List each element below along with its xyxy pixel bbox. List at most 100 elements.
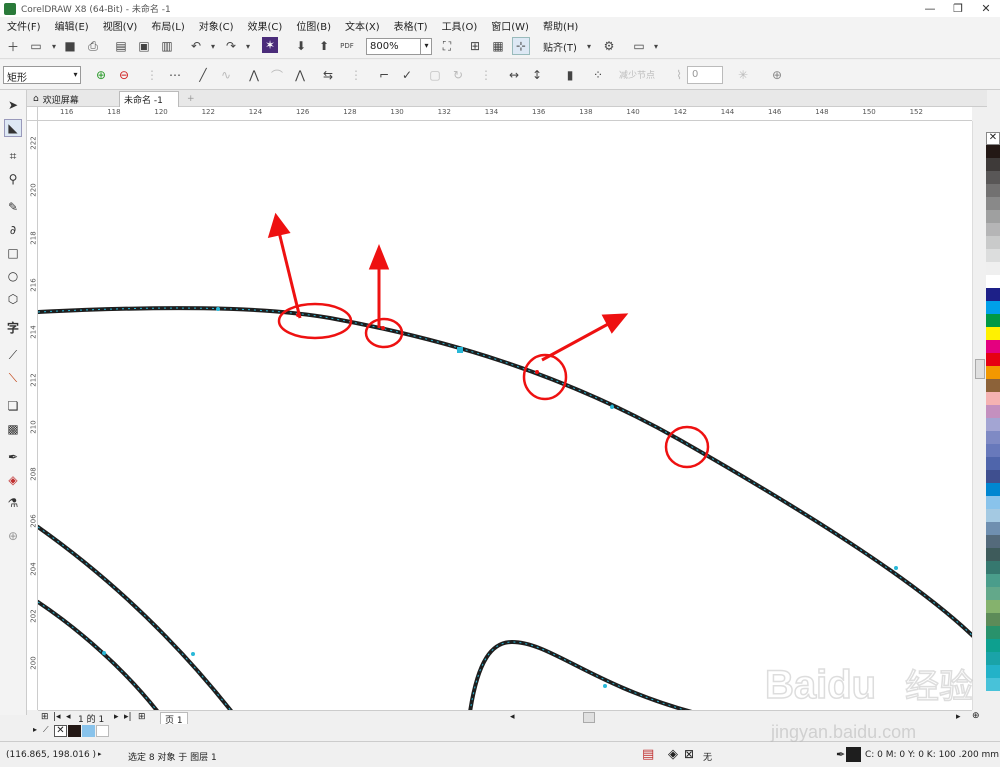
status-expand-icon[interactable]: ▸	[98, 750, 102, 758]
smart-fill-icon[interactable]: ⚗	[4, 494, 22, 512]
add-tool-icon[interactable]: ⊕	[4, 527, 22, 545]
add-page-after-icon[interactable]: ⊞	[138, 712, 146, 722]
menu-effects[interactable]: 效果(C)	[241, 18, 290, 33]
highlighted-node[interactable]	[381, 326, 385, 330]
ellipse-icon[interactable]: ○	[4, 267, 22, 285]
quick-customize-icon[interactable]: ⊕	[768, 66, 786, 84]
node[interactable]	[216, 307, 220, 311]
drawing-canvas[interactable]	[38, 121, 972, 710]
curve-bottom[interactable]	[468, 639, 693, 710]
to-curve-icon[interactable]: ∿	[217, 66, 235, 84]
search-content-icon[interactable]: ✶	[262, 37, 278, 53]
new-document-icon[interactable]: ＋	[4, 37, 22, 55]
select-all-nodes-icon[interactable]: ⁘	[589, 66, 607, 84]
node[interactable]	[102, 651, 106, 655]
menu-window[interactable]: 窗口(W)	[484, 18, 536, 33]
palette-swatch[interactable]	[986, 444, 1000, 457]
menu-layout[interactable]: 布局(L)	[144, 18, 191, 33]
no-fill-swatch[interactable]: ✕	[54, 725, 67, 737]
palette-swatch[interactable]	[986, 418, 1000, 431]
palette-swatch[interactable]	[986, 314, 1000, 327]
shape-icon[interactable]: ◣	[4, 119, 22, 137]
print-icon[interactable]: ⎙	[84, 37, 102, 55]
palette-eyedropper-icon[interactable]: ⟋	[43, 725, 49, 735]
palette-swatch[interactable]	[986, 535, 1000, 548]
node[interactable]	[610, 405, 614, 409]
paste-icon[interactable]: ▥	[158, 37, 176, 55]
delete-node-icon[interactable]: ⊖	[115, 66, 133, 84]
full-screen-icon[interactable]: ⛶	[438, 37, 456, 55]
menu-object[interactable]: 对象(C)	[192, 18, 241, 33]
join-nodes-icon[interactable]: ⋮	[143, 66, 161, 84]
palette-swatch[interactable]	[986, 288, 1000, 301]
curve-top[interactable]	[38, 306, 972, 638]
palette-swatch[interactable]	[986, 158, 1000, 171]
menu-table[interactable]: 表格(T)	[387, 18, 435, 33]
black-swatch[interactable]	[68, 725, 81, 737]
cusp-node-icon[interactable]: ⋀	[245, 66, 263, 84]
break-curve-icon[interactable]: ⋯	[166, 66, 184, 84]
zoom-dropdown-icon[interactable]: ▾	[420, 38, 432, 55]
palette-swatch[interactable]	[986, 184, 1000, 197]
palette-swatch[interactable]	[986, 457, 1000, 470]
no-color-swatch[interactable]: ✕	[986, 132, 1000, 145]
palette-swatch[interactable]	[986, 561, 1000, 574]
reverse-direction-icon[interactable]: ⇆	[319, 66, 337, 84]
redo-icon[interactable]: ↷	[222, 37, 240, 55]
white-swatch[interactable]	[96, 725, 109, 737]
palette-swatch[interactable]	[986, 470, 1000, 483]
smooth-node-icon[interactable]: ⌒	[268, 66, 286, 84]
show-guidelines-icon[interactable]: ⊹	[512, 37, 530, 55]
redo-dropdown-icon[interactable]: ▾	[239, 37, 257, 55]
rectangle-icon[interactable]: □	[4, 244, 22, 262]
crop-icon[interactable]: ⌗	[4, 147, 22, 165]
last-page-icon[interactable]: ▸|	[124, 712, 132, 722]
palette-swatch[interactable]	[986, 431, 1000, 444]
artistic-media-icon[interactable]: ∂	[4, 221, 22, 239]
app-launcher-dropdown-icon[interactable]: ▾	[647, 37, 665, 55]
freehand-icon[interactable]: ✎	[4, 198, 22, 216]
cut-icon[interactable]: ▤	[112, 37, 130, 55]
save-icon[interactable]: ■	[61, 37, 79, 55]
palette-swatch[interactable]	[986, 197, 1000, 210]
add-node-icon[interactable]: ⊕	[92, 66, 110, 84]
selected-node[interactable]	[457, 347, 463, 353]
text-icon[interactable]: 字	[4, 318, 22, 336]
import-icon[interactable]: ⬇	[292, 37, 310, 55]
show-rulers-icon[interactable]: ⊞	[466, 37, 484, 55]
palette-swatch[interactable]	[986, 392, 1000, 405]
shape-select-dropdown-icon[interactable]: ▾	[70, 66, 81, 84]
palette-swatch[interactable]	[986, 379, 1000, 392]
menu-tools[interactable]: 工具(O)	[435, 18, 485, 33]
prev-page-icon[interactable]: ◂	[66, 712, 71, 722]
minimize-button[interactable]: —	[916, 0, 944, 17]
zoom-icon[interactable]: ⚲	[4, 170, 22, 188]
vertical-scroll-thumb[interactable]	[975, 359, 985, 379]
vertical-scrollbar[interactable]	[972, 121, 986, 710]
palette-swatch[interactable]	[986, 171, 1000, 184]
app-launcher-icon[interactable]: ▭	[630, 37, 648, 55]
palette-arrow-icon[interactable]: ▸	[33, 725, 37, 734]
mirror-horizontal-icon[interactable]: ↔	[505, 66, 523, 84]
extend-curve-icon[interactable]: ⋮	[347, 66, 365, 84]
add-tab-button[interactable]: +	[183, 91, 197, 107]
node[interactable]	[894, 566, 898, 570]
close-button[interactable]: ✕	[972, 0, 1000, 17]
mirror-vertical-icon[interactable]: ↕	[528, 66, 546, 84]
fill-indicator-icon[interactable]: ▤	[642, 747, 654, 762]
transparency-icon[interactable]: ▩	[4, 420, 22, 438]
menu-help[interactable]: 帮助(H)	[536, 18, 585, 33]
ruler-corner[interactable]	[27, 107, 38, 121]
palette-swatch[interactable]	[986, 548, 1000, 561]
reduce-nodes-button[interactable]: 减少节点	[619, 68, 655, 81]
blue-swatch[interactable]	[82, 725, 95, 737]
highlighted-node[interactable]	[535, 370, 539, 374]
open-icon[interactable]: ▭	[27, 37, 45, 55]
horizontal-ruler[interactable]: 116 118 120 122 124 126 128 130 132 134 136 138 140 1…	[38, 107, 972, 121]
node[interactable]	[191, 652, 195, 656]
menu-edit[interactable]: 编辑(E)	[48, 18, 96, 33]
menu-text[interactable]: 文本(X)	[338, 18, 387, 33]
menu-file[interactable]: 文件(F)	[0, 18, 48, 33]
add-page-icon[interactable]: ⊞	[41, 712, 49, 722]
palette-swatch[interactable]	[986, 587, 1000, 600]
